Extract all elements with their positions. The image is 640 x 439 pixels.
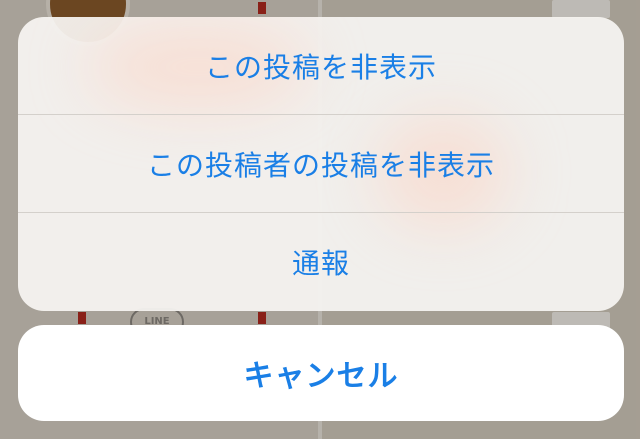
report-button[interactable]: 通報 <box>18 212 624 310</box>
hide-post-button[interactable]: この投稿を非表示 <box>18 17 624 114</box>
hide-author-posts-button[interactable]: この投稿者の投稿を非表示 <box>18 114 624 212</box>
action-sheet: この投稿を非表示 この投稿者の投稿を非表示 通報 <box>18 17 624 311</box>
screen: LINE この投稿を非表示 この投稿者の投稿を非表示 通報 キャンセル <box>0 0 640 439</box>
cancel-button[interactable]: キャンセル <box>18 325 624 421</box>
